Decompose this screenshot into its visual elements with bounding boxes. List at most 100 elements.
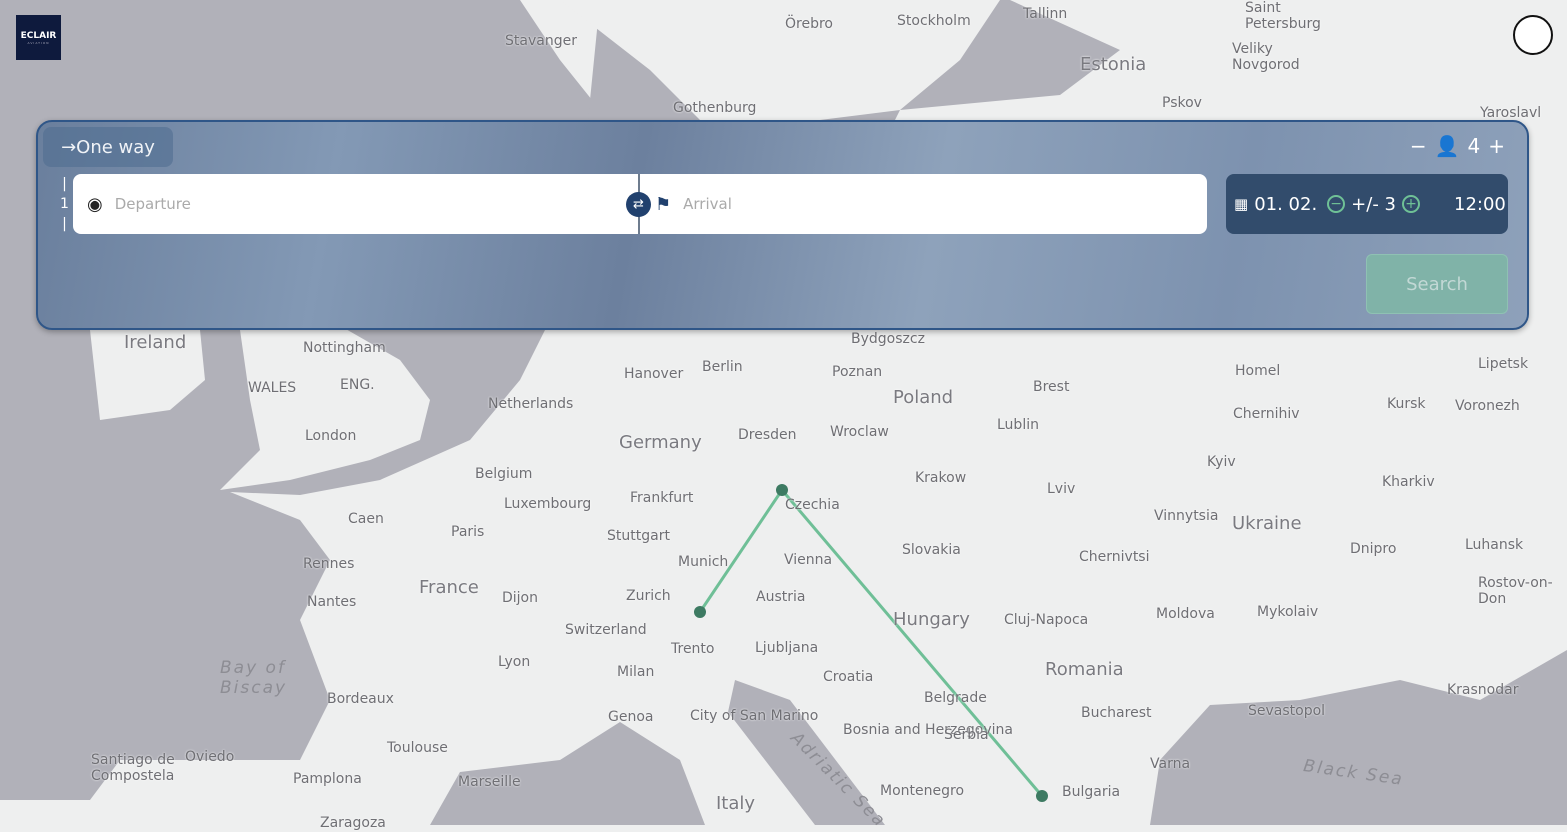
map-label: Slovakia	[902, 542, 961, 558]
map-label: Hanover	[624, 366, 684, 382]
map-label: Vienna	[784, 552, 833, 568]
route-point	[1036, 790, 1048, 802]
map-label: France	[419, 577, 479, 598]
map-label: Homel	[1235, 363, 1281, 379]
map-label: Saint Petersburg	[1245, 0, 1321, 32]
flag-icon: ⚑	[655, 193, 672, 215]
minus-button[interactable]: −	[1410, 134, 1427, 158]
swap-button[interactable]: ⇄	[626, 192, 651, 217]
map-label: Brest	[1033, 379, 1070, 395]
person-icon: 👤	[1434, 134, 1460, 158]
map-label: Austria	[756, 589, 806, 605]
map-label: Dnipro	[1350, 541, 1397, 557]
date-value: 01. 02.	[1254, 193, 1318, 215]
globe-icon[interactable]	[1513, 15, 1553, 55]
map-label: Lipetsk	[1478, 356, 1529, 372]
map-label: Montenegro	[880, 783, 965, 799]
map-label: Czechia	[785, 497, 840, 513]
map-label: Rostov-on-Don	[1478, 575, 1553, 607]
map-label: Poland	[893, 387, 954, 408]
map-label: Kursk	[1387, 396, 1426, 412]
map-label: Zaragoza	[320, 815, 386, 831]
map-label: Nantes	[307, 594, 357, 610]
map-label: Dijon	[502, 590, 538, 606]
map-label: Bucharest	[1081, 705, 1152, 721]
segment-number: | 1 |	[60, 176, 69, 232]
map-label: Belgrade	[924, 690, 987, 706]
map-label: Lublin	[997, 417, 1039, 433]
map-label: Munich	[678, 554, 729, 570]
map-label: Hungary	[893, 609, 970, 630]
map-label: Veliky Novgorod	[1232, 41, 1300, 73]
search-button[interactable]: Search	[1366, 254, 1508, 314]
map-label: Poznan	[832, 364, 883, 380]
map-label: WALES	[248, 380, 297, 396]
map-label: Santiago de Compostela	[91, 752, 175, 784]
time-value[interactable]: 12:00	[1454, 194, 1506, 215]
arrival-field[interactable]: ⚑ Arrival	[655, 174, 1195, 234]
passenger-selector: − 👤 4 +	[1410, 134, 1505, 158]
map-label: Zurich	[626, 588, 671, 604]
map-label: Romania	[1045, 659, 1124, 680]
map-label: Frankfurt	[630, 490, 694, 506]
map-label: Yaroslavl	[1480, 105, 1542, 121]
route-inputs: ◉ Departure ⇄ ⚑ Arrival	[73, 174, 1207, 234]
map-label: Lyon	[498, 654, 531, 670]
map-label: Mykolaiv	[1257, 604, 1319, 620]
map-label: Örebro	[785, 16, 833, 32]
map-label: Vinnytsia	[1154, 508, 1219, 524]
map-label: Serbia	[944, 727, 989, 743]
map-label: Kyiv	[1207, 454, 1236, 470]
map-label: London	[305, 428, 357, 444]
map-label: Caen	[348, 511, 384, 527]
map-label: Genoa	[608, 709, 654, 725]
map-label: Stockholm	[897, 13, 971, 29]
map-label: Toulouse	[387, 740, 448, 756]
map-label: Kharkiv	[1382, 474, 1435, 490]
map-label: Varna	[1150, 756, 1191, 772]
map-label: Ljubljana	[755, 640, 819, 656]
map-label: Krakow	[915, 470, 967, 486]
map-label: Tallinn	[1023, 6, 1068, 22]
logo[interactable]: ECLAIR AVIATION	[16, 15, 61, 60]
plus-button[interactable]: +	[1488, 134, 1505, 158]
passenger-count: 4	[1467, 134, 1481, 158]
map-label: Voronezh	[1455, 398, 1520, 414]
arrow-right-icon: →	[61, 136, 77, 158]
map-label: Switzerland	[565, 622, 647, 638]
route-point	[694, 606, 706, 618]
map-label: Bulgaria	[1062, 784, 1121, 800]
map-label: Milan	[617, 664, 655, 680]
map-label: Stuttgart	[607, 528, 670, 544]
map-label: Krasnodar	[1447, 682, 1519, 698]
map-label: Berlin	[702, 359, 743, 375]
black-sea	[1150, 650, 1567, 825]
map-label: Pamplona	[293, 771, 362, 787]
map-label: Bay of Biscay	[220, 658, 288, 698]
map-label: Sevastopol	[1248, 703, 1326, 719]
map-label: Netherlands	[488, 396, 574, 412]
calendar-icon: ▦	[1234, 195, 1249, 213]
map-label: Luhansk	[1465, 537, 1524, 553]
date-selector[interactable]: ▦ 01. 02. − +/- 3 + 12:00	[1226, 174, 1508, 234]
plus-circle-icon[interactable]: +	[1402, 195, 1420, 213]
route-point	[776, 484, 788, 496]
map-label: Rennes	[303, 556, 355, 572]
minus-circle-icon[interactable]: −	[1327, 195, 1346, 213]
map-label: Nottingham	[303, 340, 386, 356]
map-label: Stavanger	[505, 33, 577, 49]
map-label: Italy	[716, 793, 756, 814]
search-panel: → One way − 👤 4 + | 1 | ◉ Departure ⇄ ⚑ Ar…	[36, 120, 1529, 330]
map-label: Croatia	[823, 669, 874, 685]
map-label: Cluj-Napoca	[1004, 612, 1089, 628]
target-icon: ◉	[87, 193, 103, 215]
map-label: Marseille	[458, 774, 521, 790]
map-label: Gothenburg	[673, 100, 757, 116]
map-label: ENG.	[340, 377, 375, 393]
trip-type-button[interactable]: → One way	[43, 127, 173, 167]
map-label: Bydgoszcz	[851, 331, 925, 347]
departure-field[interactable]: ◉ Departure	[87, 174, 627, 234]
map-label: Ireland	[124, 332, 187, 353]
map-label: Trento	[671, 641, 715, 657]
map-label: Estonia	[1080, 54, 1147, 75]
